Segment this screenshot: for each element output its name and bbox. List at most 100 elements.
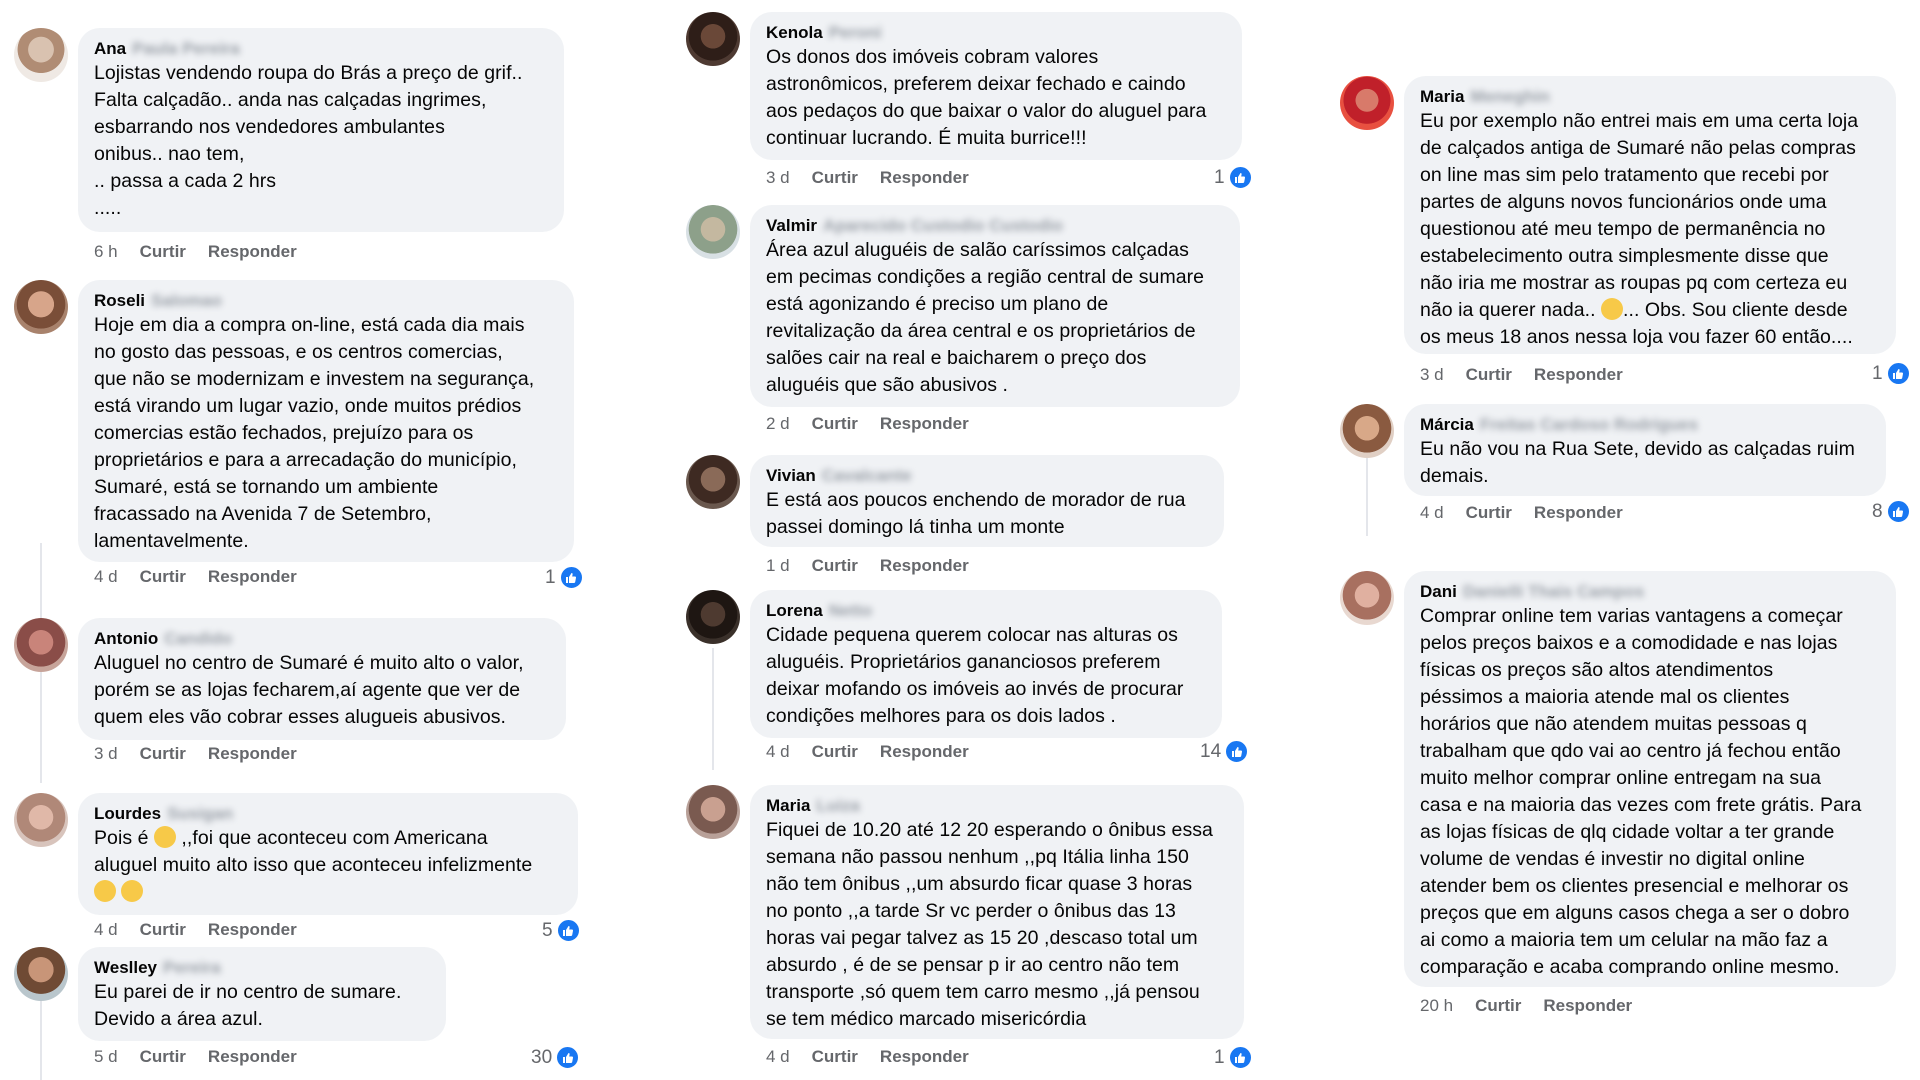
comment-time[interactable]: 5 d <box>94 1047 118 1066</box>
avatar[interactable] <box>14 793 68 847</box>
author-name[interactable]: Márcia <box>1420 414 1474 436</box>
author-surname-blurred[interactable]: Aparecido Custodio Custodio <box>823 215 1063 237</box>
avatar[interactable] <box>14 280 68 334</box>
comment-time[interactable]: 1 d <box>766 556 790 575</box>
author-surname-blurred[interactable]: Luiza <box>816 795 859 817</box>
author-surname-blurred[interactable]: Danielli Thais Campos <box>1463 581 1644 603</box>
reaction-count[interactable]: 1 <box>1214 165 1253 190</box>
avatar[interactable] <box>686 590 740 644</box>
like-button[interactable]: Curtir <box>140 1047 186 1066</box>
avatar[interactable] <box>686 785 740 839</box>
comment-time[interactable]: 2 d <box>766 414 790 433</box>
comment-bubble: Roseli Salomao Hoje em dia a compra on-li… <box>78 280 574 562</box>
author-surname-blurred[interactable]: Freitas Cardoso Rodrigues <box>1480 414 1698 436</box>
avatar[interactable] <box>1340 404 1394 458</box>
like-button[interactable]: Curtir <box>1466 503 1512 522</box>
avatar[interactable] <box>686 455 740 509</box>
reply-button[interactable]: Responder <box>880 742 969 761</box>
avatar[interactable] <box>686 12 740 66</box>
like-count: 1 <box>1214 166 1225 188</box>
reply-button[interactable]: Responder <box>208 1047 297 1066</box>
author-name[interactable]: Kenola <box>766 22 823 44</box>
reply-button[interactable]: Responder <box>208 567 297 586</box>
reply-button[interactable]: Responder <box>1543 996 1632 1015</box>
like-button[interactable]: Curtir <box>812 556 858 575</box>
reply-button[interactable]: Responder <box>208 242 297 261</box>
reply-button[interactable]: Responder <box>1534 503 1623 522</box>
like-button[interactable]: Curtir <box>140 920 186 939</box>
comment-time[interactable]: 4 d <box>766 742 790 761</box>
reply-button[interactable]: Responder <box>880 414 969 433</box>
comment-time[interactable]: 4 d <box>766 1047 790 1066</box>
author-name[interactable]: Lourdes <box>94 803 161 825</box>
comment-time[interactable]: 4 d <box>94 920 118 939</box>
reply-button[interactable]: Responder <box>1534 365 1623 384</box>
author-name[interactable]: Maria <box>766 795 810 817</box>
comment-time[interactable]: 20 h <box>1420 996 1453 1015</box>
avatar[interactable] <box>14 28 68 82</box>
avatar[interactable] <box>686 205 740 259</box>
author-name[interactable]: Ana <box>94 38 126 60</box>
comment-text: Comprar online tem varias vantagens a co… <box>1420 605 1862 978</box>
comment-actions: 5 d Curtir Responder <box>94 1046 319 1068</box>
thumbs-up-icon <box>1227 165 1253 190</box>
avatar[interactable] <box>14 618 68 672</box>
like-button[interactable]: Curtir <box>812 414 858 433</box>
thumbs-up-icon <box>555 918 581 943</box>
like-button[interactable]: Curtir <box>140 744 186 763</box>
comment-time[interactable]: 6 h <box>94 242 118 261</box>
author-name[interactable]: Antonio <box>94 628 158 650</box>
reaction-count[interactable]: 8 <box>1872 499 1911 524</box>
like-button[interactable]: Curtir <box>1475 996 1521 1015</box>
avatar[interactable] <box>1340 76 1394 130</box>
comment-text: Aluguel no centro de Sumaré é muito alto… <box>94 652 524 728</box>
reply-button[interactable]: Responder <box>880 556 969 575</box>
author-surname-blurred[interactable]: Susigan <box>167 803 233 825</box>
comment-text: Os donos dos imóveis cobram valores astr… <box>766 46 1207 149</box>
comment-bubble: Maria Luiza Fiquei de 10.20 até 12 20 esp… <box>750 785 1244 1039</box>
like-button[interactable]: Curtir <box>1466 365 1512 384</box>
comment-text-part: Pois é <box>94 827 154 849</box>
thumbs-up-icon <box>1227 1045 1253 1070</box>
author-name[interactable]: Vivian <box>766 465 816 487</box>
avatar[interactable] <box>14 947 68 1001</box>
author-surname-blurred[interactable]: Paula Pereira <box>132 38 240 60</box>
avatar[interactable] <box>1340 571 1394 625</box>
like-button[interactable]: Curtir <box>140 567 186 586</box>
reaction-count[interactable]: 5 <box>542 918 581 943</box>
author-name[interactable]: Maria <box>1420 86 1464 108</box>
comment-time[interactable]: 3 d <box>766 168 790 187</box>
reply-button[interactable]: Responder <box>880 168 969 187</box>
author-name[interactable]: Weslley <box>94 957 157 979</box>
author-surname-blurred[interactable]: Cavalcante <box>822 465 912 487</box>
author-name[interactable]: Lorena <box>766 600 823 622</box>
author-surname-blurred[interactable]: Candido <box>164 628 232 650</box>
reply-button[interactable]: Responder <box>208 744 297 763</box>
reaction-count[interactable]: 1 <box>1214 1045 1253 1070</box>
like-button[interactable]: Curtir <box>812 1047 858 1066</box>
author-surname-blurred[interactable]: Peroni <box>829 22 882 44</box>
comment-text-part: Eu por exemplo não entrei mais em uma ce… <box>1420 110 1859 321</box>
author-name[interactable]: Roseli <box>94 290 145 312</box>
reaction-count[interactable]: 1 <box>1872 361 1911 386</box>
author-name[interactable]: Valmir <box>766 215 817 237</box>
reaction-count[interactable]: 1 <box>545 565 584 590</box>
comment-time[interactable]: 3 d <box>94 744 118 763</box>
comment-time[interactable]: 4 d <box>1420 503 1444 522</box>
like-button[interactable]: Curtir <box>812 742 858 761</box>
reply-button[interactable]: Responder <box>880 1047 969 1066</box>
comment-time[interactable]: 4 d <box>94 567 118 586</box>
author-surname-blurred[interactable]: Pereira <box>163 957 221 979</box>
author-surname-blurred[interactable]: Salomao <box>151 290 222 312</box>
reaction-count[interactable]: 14 <box>1200 739 1250 764</box>
reply-button[interactable]: Responder <box>208 920 297 939</box>
like-button[interactable]: Curtir <box>140 242 186 261</box>
like-button[interactable]: Curtir <box>812 168 858 187</box>
like-count: 30 <box>531 1046 553 1068</box>
author-surname-blurred[interactable]: Netto <box>829 600 872 622</box>
comment-bubble: Lourdes Susigan Pois é ,,foi que acontece… <box>78 793 578 915</box>
author-surname-blurred[interactable]: Meneghin <box>1470 86 1549 108</box>
reaction-count[interactable]: 30 <box>531 1045 581 1070</box>
author-name[interactable]: Dani <box>1420 581 1457 603</box>
comment-time[interactable]: 3 d <box>1420 365 1444 384</box>
